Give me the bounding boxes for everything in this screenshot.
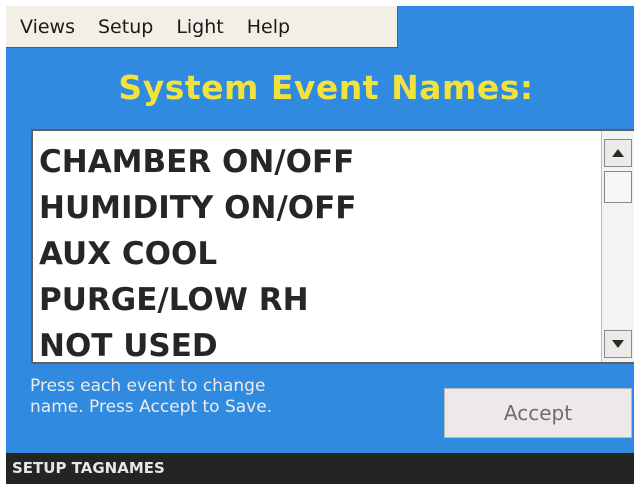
scroll-thumb[interactable]: [604, 171, 632, 203]
page-title: System Event Names:: [118, 68, 534, 107]
list-scrollbar[interactable]: [601, 131, 634, 362]
event-item-chamber[interactable]: CHAMBER ON/OFF: [33, 139, 600, 185]
instruction-line-1: Press each event to change: [30, 376, 266, 396]
menu-bar: Views Setup Light Help: [6, 6, 398, 48]
instruction-text: Press each event to change name. Press A…: [30, 376, 272, 418]
event-names-list: CHAMBER ON/OFF HUMIDITY ON/OFF AUX COOL …: [31, 129, 634, 364]
instruction-line-2: name. Press Accept to Save.: [30, 397, 273, 417]
menu-light[interactable]: Light: [164, 7, 234, 47]
accept-button[interactable]: Accept: [444, 388, 632, 438]
status-bar: SETUP TAGNAMES: [6, 453, 634, 484]
triangle-up-icon: [612, 149, 624, 157]
menu-help[interactable]: Help: [235, 7, 301, 47]
event-item-humidity[interactable]: HUMIDITY ON/OFF: [33, 185, 600, 231]
menu-setup[interactable]: Setup: [86, 7, 164, 47]
screen: Views Setup Light Help System Event Name…: [0, 0, 639, 485]
event-item-purge[interactable]: PURGE/LOW RH: [33, 277, 600, 323]
scroll-up-button[interactable]: [604, 139, 632, 167]
event-item-not-used[interactable]: NOT USED: [33, 323, 600, 362]
event-item-aux-cool[interactable]: AUX COOL: [33, 231, 600, 277]
menu-views[interactable]: Views: [6, 7, 86, 47]
scroll-down-button[interactable]: [604, 330, 632, 358]
event-list-items: CHAMBER ON/OFF HUMIDITY ON/OFF AUX COOL …: [33, 131, 600, 362]
triangle-down-icon: [612, 340, 624, 348]
touch-panel: Views Setup Light Help System Event Name…: [6, 6, 634, 484]
